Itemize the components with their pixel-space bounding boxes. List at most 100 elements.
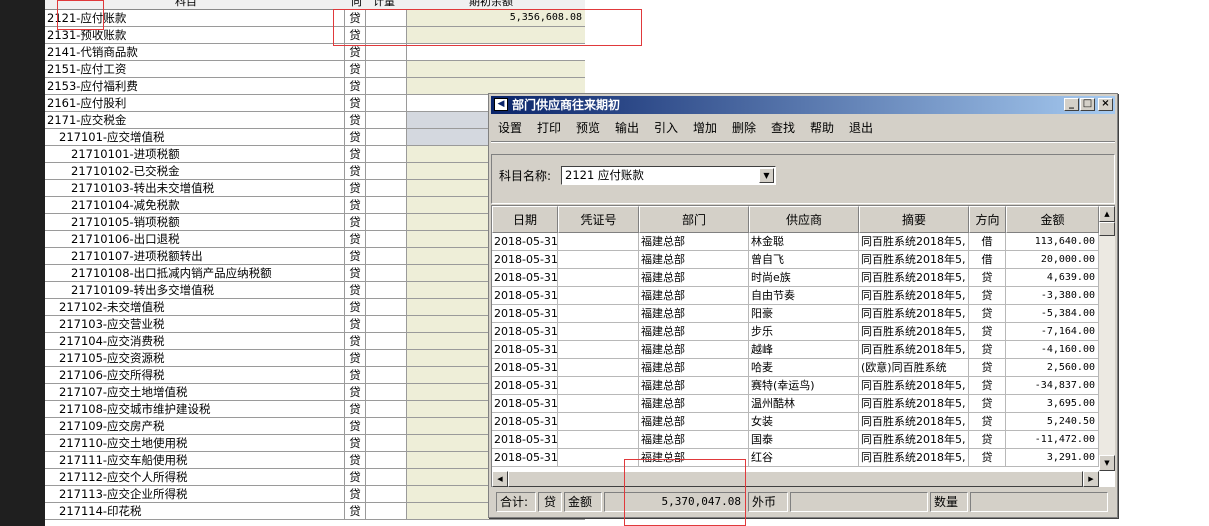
cell-direction[interactable]: 贷 [969, 359, 1006, 377]
scroll-down-icon[interactable]: ▼ [1099, 455, 1115, 471]
close-button[interactable]: × [1098, 98, 1113, 111]
cell-department[interactable]: 福建总部 [639, 395, 749, 413]
cell-date[interactable]: 2018-05-31 [492, 251, 558, 269]
cell-amount[interactable]: -7,164.00 [1006, 323, 1099, 341]
cell-direction[interactable]: 贷 [969, 449, 1006, 467]
cell-department[interactable]: 福建总部 [639, 359, 749, 377]
cell-summary[interactable]: 同百胜系统2018年5, [859, 305, 969, 323]
menu-print[interactable]: 打印 [537, 120, 561, 136]
horizontal-scrollbar[interactable]: ◀ ▶ [492, 471, 1099, 487]
cell-department[interactable]: 福建总部 [639, 449, 749, 467]
cell-voucher[interactable] [558, 269, 639, 287]
vertical-scroll-thumb[interactable] [1099, 222, 1115, 236]
column-amount[interactable]: 金额 [1006, 206, 1099, 233]
menu-help[interactable]: 帮助 [810, 120, 834, 136]
cell-supplier[interactable]: 曾自飞 [749, 251, 859, 269]
column-summary[interactable]: 摘要 [859, 206, 969, 233]
menu-export[interactable]: 输出 [615, 120, 639, 136]
table-row[interactable]: 2018-05-31 福建总部 时尚e族 同百胜系统2018年5, 贷 4,639.00 [492, 269, 1099, 287]
maximize-button[interactable]: □ [1080, 98, 1095, 111]
cell-direction[interactable]: 贷 [969, 323, 1006, 341]
cell-date[interactable]: 2018-05-31 [492, 377, 558, 395]
cell-summary[interactable]: 同百胜系统2018年5, [859, 323, 969, 341]
cell-supplier[interactable]: 阳豪 [749, 305, 859, 323]
cell-supplier[interactable]: 哈麦 [749, 359, 859, 377]
cell-summary[interactable]: 同百胜系统2018年5, [859, 449, 969, 467]
column-department[interactable]: 部门 [639, 206, 749, 233]
cell-amount[interactable]: -11,472.00 [1006, 431, 1099, 449]
cell-date[interactable]: 2018-05-31 [492, 341, 558, 359]
cell-direction[interactable]: 贷 [969, 377, 1006, 395]
subject-balance[interactable] [407, 61, 585, 77]
cell-summary[interactable]: 同百胜系统2018年5, [859, 269, 969, 287]
menu-exit[interactable]: 退出 [849, 120, 873, 136]
cell-amount[interactable]: -5,384.00 [1006, 305, 1099, 323]
cell-department[interactable]: 福建总部 [639, 377, 749, 395]
cell-date[interactable]: 2018-05-31 [492, 431, 558, 449]
cell-voucher[interactable] [558, 377, 639, 395]
cell-supplier[interactable]: 时尚e族 [749, 269, 859, 287]
cell-date[interactable]: 2018-05-31 [492, 359, 558, 377]
cell-supplier[interactable]: 自由节奏 [749, 287, 859, 305]
table-row[interactable]: 2018-05-31 福建总部 女装 同百胜系统2018年5, 贷 5,240.50 [492, 413, 1099, 431]
menu-add[interactable]: 增加 [693, 120, 717, 136]
column-date[interactable]: 日期 [492, 206, 558, 233]
table-row[interactable]: 2018-05-31 福建总部 越峰 同百胜系统2018年5, 贷 -4,160.00 [492, 341, 1099, 359]
cell-direction[interactable]: 借 [969, 233, 1006, 251]
cell-voucher[interactable] [558, 413, 639, 431]
cell-supplier[interactable]: 国泰 [749, 431, 859, 449]
dialog-titlebar[interactable]: ◀ 部门供应商往来期初 _ □ × [491, 96, 1115, 114]
cell-date[interactable]: 2018-05-31 [492, 395, 558, 413]
table-row[interactable]: 2018-05-31 福建总部 步乐 同百胜系统2018年5, 贷 -7,164.00 [492, 323, 1099, 341]
cell-voucher[interactable] [558, 233, 639, 251]
cell-department[interactable]: 福建总部 [639, 251, 749, 269]
subject-balance[interactable] [407, 78, 585, 94]
cell-direction[interactable]: 借 [969, 251, 1006, 269]
subject-row[interactable]: 2121-应付账款贷 5,356,608.08 [45, 10, 585, 27]
subject-row[interactable]: 2131-预收账款贷 [45, 27, 585, 44]
cell-amount[interactable]: 20,000.00 [1006, 251, 1099, 269]
cell-summary[interactable]: 同百胜系统2018年5, [859, 413, 969, 431]
cell-department[interactable]: 福建总部 [639, 341, 749, 359]
vertical-scrollbar[interactable]: ▲ ▼ [1099, 206, 1115, 471]
cell-date[interactable]: 2018-05-31 [492, 305, 558, 323]
minimize-button[interactable]: _ [1064, 98, 1079, 111]
cell-date[interactable]: 2018-05-31 [492, 287, 558, 305]
cell-supplier[interactable]: 越峰 [749, 341, 859, 359]
table-row[interactable]: 2018-05-31 福建总部 红谷 同百胜系统2018年5, 贷 3,291.00 [492, 449, 1099, 467]
cell-direction[interactable]: 贷 [969, 395, 1006, 413]
scroll-up-icon[interactable]: ▲ [1099, 206, 1115, 222]
cell-amount[interactable]: 3,695.00 [1006, 395, 1099, 413]
subject-balance[interactable]: 5,356,608.08 [407, 10, 585, 26]
table-row[interactable]: 2018-05-31 福建总部 国泰 同百胜系统2018年5, 贷 -11,472.00 [492, 431, 1099, 449]
cell-department[interactable]: 福建总部 [639, 413, 749, 431]
cell-voucher[interactable] [558, 359, 639, 377]
cell-amount[interactable]: -34,837.00 [1006, 377, 1099, 395]
chevron-down-icon[interactable]: ▼ [759, 168, 774, 183]
table-row[interactable]: 2018-05-31 福建总部 曾自飞 同百胜系统2018年5, 借 20,000.00 [492, 251, 1099, 269]
cell-date[interactable]: 2018-05-31 [492, 233, 558, 251]
subject-balance[interactable] [407, 44, 585, 60]
cell-voucher[interactable] [558, 395, 639, 413]
subject-row[interactable]: 2151-应付工资贷 [45, 61, 585, 78]
cell-supplier[interactable]: 林金聪 [749, 233, 859, 251]
table-row[interactable]: 2018-05-31 福建总部 林金聪 同百胜系统2018年5, 借 113,640.00 [492, 233, 1099, 251]
cell-direction[interactable]: 贷 [969, 431, 1006, 449]
cell-summary[interactable]: 同百胜系统2018年5, [859, 233, 969, 251]
cell-supplier[interactable]: 红谷 [749, 449, 859, 467]
cell-summary[interactable]: 同百胜系统2018年5, [859, 377, 969, 395]
cell-department[interactable]: 福建总部 [639, 287, 749, 305]
cell-voucher[interactable] [558, 305, 639, 323]
cell-department[interactable]: 福建总部 [639, 305, 749, 323]
cell-date[interactable]: 2018-05-31 [492, 323, 558, 341]
menu-find[interactable]: 查找 [771, 120, 795, 136]
cell-summary[interactable]: 同百胜系统2018年5, [859, 341, 969, 359]
menu-import[interactable]: 引入 [654, 120, 678, 136]
horizontal-scroll-thumb[interactable] [508, 471, 1083, 487]
scroll-right-icon[interactable]: ▶ [1083, 471, 1099, 487]
subject-row[interactable]: 2141-代销商品款贷 [45, 44, 585, 61]
cell-voucher[interactable] [558, 449, 639, 467]
cell-date[interactable]: 2018-05-31 [492, 449, 558, 467]
cell-amount[interactable]: 4,639.00 [1006, 269, 1099, 287]
table-row[interactable]: 2018-05-31 福建总部 阳豪 同百胜系统2018年5, 贷 -5,384.00 [492, 305, 1099, 323]
